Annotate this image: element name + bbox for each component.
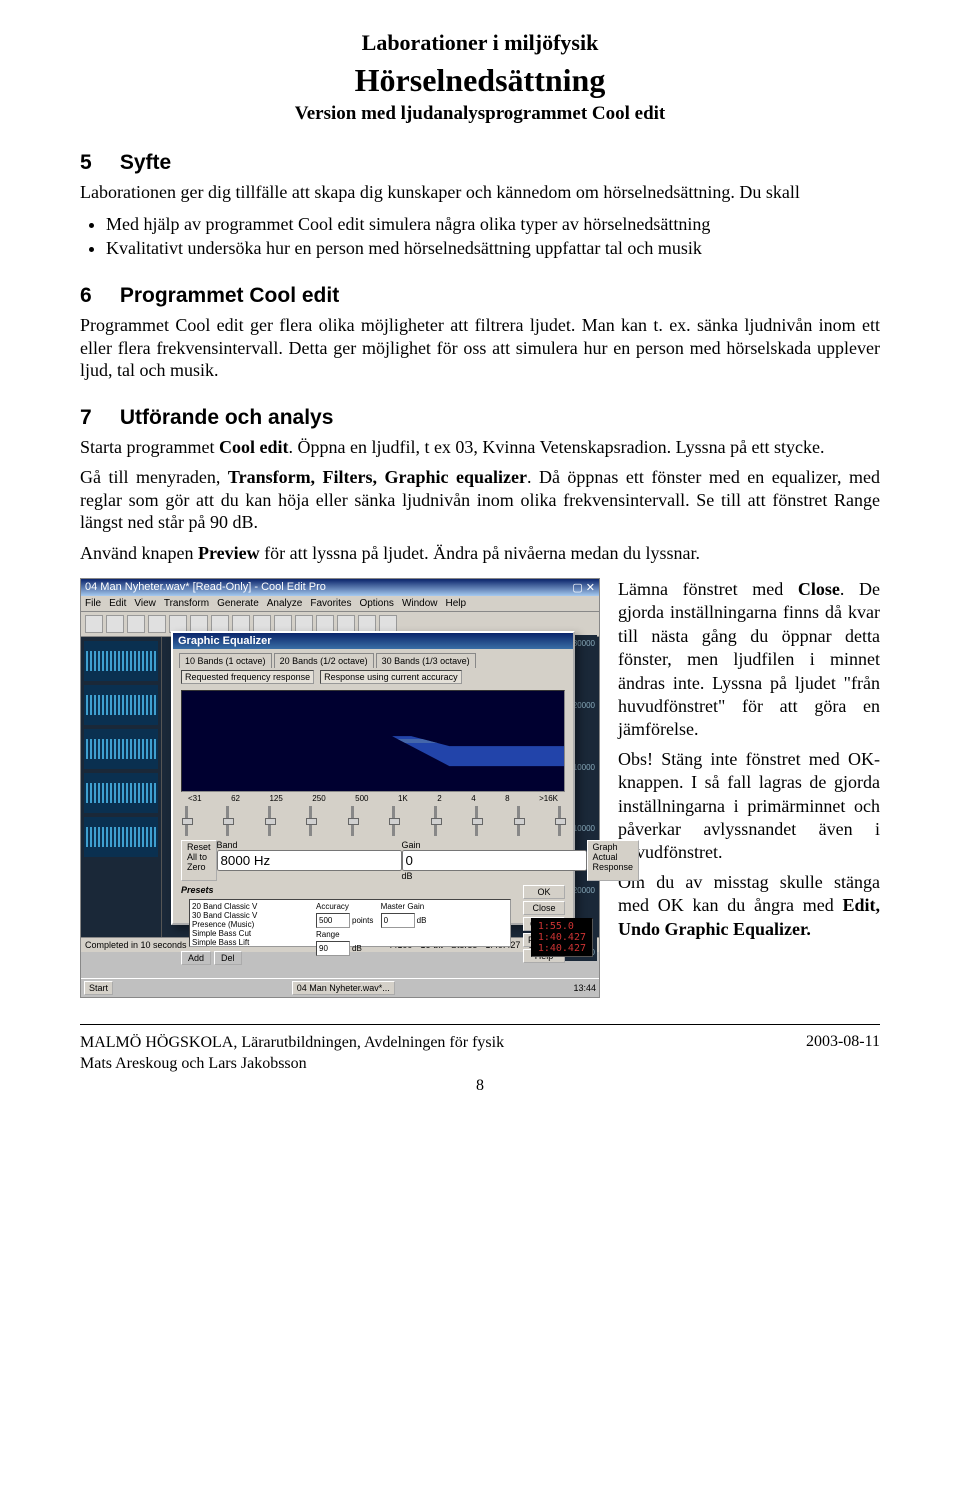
ok-button[interactable]: OK bbox=[523, 885, 565, 899]
right-p3: Om du av misstag skulle stänga med OK ka… bbox=[618, 871, 880, 941]
add-preset-button[interactable]: Add bbox=[181, 951, 211, 965]
section-7-number: 7 bbox=[80, 406, 114, 430]
taskbar-clock: 13:44 bbox=[573, 983, 596, 993]
cool-edit-screenshot: 04 Man Nyheter.wav* [Read-Only] - Cool E… bbox=[80, 578, 600, 998]
right-text-column: Lämna fönstret med Close. De gjorda inst… bbox=[618, 578, 880, 998]
close-button[interactable]: Close bbox=[523, 901, 565, 915]
document-page: Laborationer i miljöfysik Hörselnedsättn… bbox=[40, 0, 920, 1125]
tab-30-bands[interactable]: 30 Bands (1/3 octave) bbox=[376, 653, 476, 668]
section-7-title: Utförande och analys bbox=[120, 406, 334, 429]
graphic-equalizer-dialog: Graphic Equalizer 10 Bands (1 octave) 20… bbox=[171, 631, 575, 925]
window-controls[interactable]: ▢ ✕ bbox=[572, 581, 595, 594]
graph-response-button[interactable]: Graph Actual Response bbox=[587, 840, 640, 881]
window-titlebar: 04 Man Nyheter.wav* [Read-Only] - Cool E… bbox=[81, 579, 599, 596]
right-p2: Obs! Stäng inte fönstret med OK-knappen.… bbox=[618, 748, 880, 865]
eq-graph: <31621252505001K248>16K bbox=[181, 690, 565, 792]
section-5-number: 5 bbox=[80, 151, 114, 175]
tab-20-bands[interactable]: 20 Bands (1/2 octave) bbox=[274, 653, 374, 668]
accuracy-input[interactable] bbox=[316, 913, 350, 928]
footer-rule bbox=[80, 1024, 880, 1025]
del-preset-button[interactable]: Del bbox=[214, 951, 242, 965]
lab-series-header: Laborationer i miljöfysik bbox=[80, 30, 880, 56]
doc-subtitle: Version med ljudanalysprogrammet Cool ed… bbox=[80, 103, 880, 125]
page-number: 8 bbox=[80, 1077, 880, 1095]
section-5-bullets: Med hjälp av programmet Cool edit simule… bbox=[80, 212, 880, 261]
figure-row: 04 Man Nyheter.wav* [Read-Only] - Cool E… bbox=[80, 578, 880, 998]
section-5-heading: 5 Syfte bbox=[80, 151, 880, 175]
section-7-para1: Starta programmet Cool edit. Öppna en lj… bbox=[80, 436, 880, 459]
mastergain-input[interactable] bbox=[381, 913, 415, 928]
reset-button[interactable]: Reset All to Zero bbox=[181, 840, 217, 881]
footer-date: 2003-08-11 bbox=[806, 1033, 880, 1075]
section-6-heading: 6 Programmet Cool edit bbox=[80, 284, 880, 308]
doc-title: Hörselnedsättning bbox=[80, 62, 880, 99]
footer-authors: Mats Areskoug och Lars Jakobsson bbox=[80, 1054, 504, 1075]
app-menubar[interactable]: FileEditViewTransformGenerateAnalyzeFavo… bbox=[81, 596, 599, 612]
eq-response-labels: Requested frequency response Response us… bbox=[173, 668, 573, 686]
section-7-heading: 7 Utförande och analys bbox=[80, 406, 880, 430]
footer-affiliation: MALMÖ HÖGSKOLA, Lärarutbildningen, Avdel… bbox=[80, 1033, 504, 1054]
dialog-title: Graphic Equalizer bbox=[173, 633, 573, 649]
presets-list[interactable]: 20 Band Classic V30 Band Classic VPresen… bbox=[190, 900, 314, 946]
range-input[interactable] bbox=[316, 941, 350, 956]
eq-controls: Reset All to Zero Band Gain dB Graph Act… bbox=[181, 840, 565, 881]
bullet-1: Med hjälp av programmet Cool edit simule… bbox=[106, 212, 880, 236]
tab-10-bands[interactable]: 10 Bands (1 octave) bbox=[179, 653, 272, 668]
section-7-para2: Gå till menyraden, Transform, Filters, G… bbox=[80, 466, 880, 534]
waveform-panel bbox=[81, 637, 162, 937]
presets-label: Presets bbox=[181, 885, 519, 895]
gain-input[interactable] bbox=[402, 850, 587, 871]
presets-box: 20 Band Classic V30 Band Classic VPresen… bbox=[189, 899, 511, 947]
taskbar-app[interactable]: 04 Man Nyheter.wav*... bbox=[292, 981, 395, 995]
section-6-number: 6 bbox=[80, 284, 114, 308]
eq-sliders[interactable] bbox=[181, 806, 565, 836]
right-p1: Lämna fönstret med Close. De gjorda inst… bbox=[618, 578, 880, 742]
section-5-intro: Laborationen ger dig tillfälle att skapa… bbox=[80, 181, 880, 204]
page-footer: MALMÖ HÖGSKOLA, Lärarutbildningen, Avdel… bbox=[80, 1033, 880, 1075]
section-6-title: Programmet Cool edit bbox=[120, 284, 339, 307]
taskbar[interactable]: Start 04 Man Nyheter.wav*... 13:44 bbox=[81, 978, 599, 997]
eq-tabs[interactable]: 10 Bands (1 octave) 20 Bands (1/2 octave… bbox=[173, 649, 573, 668]
start-button[interactable]: Start bbox=[84, 981, 113, 995]
window-title: 04 Man Nyheter.wav* [Read-Only] - Cool E… bbox=[85, 581, 326, 594]
bullet-2: Kvalitativt undersöka hur en person med … bbox=[106, 236, 880, 260]
band-input[interactable] bbox=[217, 850, 402, 871]
time-display: 1:55.0 1:40.427 1:40.427 bbox=[531, 918, 593, 957]
section-5-title: Syfte bbox=[120, 151, 171, 174]
section-7-para3: Använd knapen Preview för att lyssna på … bbox=[80, 542, 880, 565]
section-6-para: Programmet Cool edit ger flera olika möj… bbox=[80, 314, 880, 382]
